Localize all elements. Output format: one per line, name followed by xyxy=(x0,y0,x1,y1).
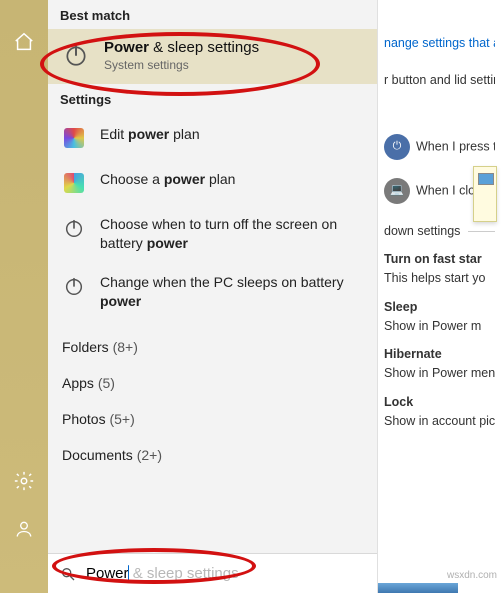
result-text: Change when the PC sleeps on battery pow… xyxy=(100,273,363,311)
settings-results-list: Edit power plan Choose a power plan Choose… xyxy=(48,113,377,329)
best-match-subtitle: System settings xyxy=(104,58,259,72)
bg-setting-group: Turn on fast starThis helps start yo xyxy=(384,250,495,288)
category-row-photos[interactable]: Photos (5+) xyxy=(48,401,377,437)
rail-home-button[interactable] xyxy=(0,18,48,66)
best-match-result[interactable]: Power & sleep settings System settings xyxy=(48,29,377,84)
shutdown-settings-header: down settings xyxy=(384,222,495,241)
power-icon xyxy=(62,274,86,298)
bg-setting-group: SleepShow in Power m xyxy=(384,298,495,336)
search-icon xyxy=(60,565,77,583)
settings-result[interactable]: Choose when to turn off the screen on ba… xyxy=(48,205,377,263)
settings-color-icon xyxy=(62,171,86,195)
start-rail xyxy=(0,0,48,593)
settings-result[interactable]: Edit power plan xyxy=(48,115,377,160)
settings-result[interactable]: Change when the PC sleeps on battery pow… xyxy=(48,263,377,321)
power-icon xyxy=(62,41,90,69)
floating-tooltip-box xyxy=(473,166,497,222)
home-icon xyxy=(13,31,35,53)
user-icon xyxy=(14,519,34,539)
watermark: wsxdn.com xyxy=(447,570,497,581)
bg-setting-group: HibernateShow in Power menu. xyxy=(384,345,495,383)
section-best-match: Best match xyxy=(48,0,377,29)
section-settings: Settings xyxy=(48,84,377,113)
result-text: Choose a power plan xyxy=(100,170,235,189)
power-button-icon: ⏻ xyxy=(384,134,410,160)
settings-result[interactable]: Choose a power plan xyxy=(48,160,377,205)
settings-color-icon xyxy=(62,126,86,150)
search-bar[interactable]: Power & sleep settings xyxy=(48,553,377,593)
category-row-folders[interactable]: Folders (8+) xyxy=(48,329,377,365)
lid-icon: 💻 xyxy=(384,178,410,204)
power-icon xyxy=(62,216,86,240)
host-window-background: nange settings that are r button and lid… xyxy=(378,0,501,593)
bg-text: r button and lid settin xyxy=(384,71,495,90)
result-text: Choose when to turn off the screen on ba… xyxy=(100,215,363,253)
bg-setting-group: LockShow in account pictu xyxy=(384,393,495,431)
rail-user-button[interactable] xyxy=(0,505,48,553)
best-match-title: Power & sleep settings xyxy=(104,39,259,56)
result-text: Edit power plan xyxy=(100,125,200,144)
rail-settings-button[interactable] xyxy=(0,457,48,505)
category-row-apps[interactable]: Apps (5) xyxy=(48,365,377,401)
gear-icon xyxy=(13,470,35,492)
taskbar-sliver xyxy=(378,583,458,593)
bg-row-press: ⏻When I press the p xyxy=(384,134,495,160)
start-search-panel: Best match Power & sleep settings System… xyxy=(48,0,378,593)
category-row-documents[interactable]: Documents (2+) xyxy=(48,437,377,473)
link-change-settings[interactable]: nange settings that are xyxy=(384,34,495,53)
